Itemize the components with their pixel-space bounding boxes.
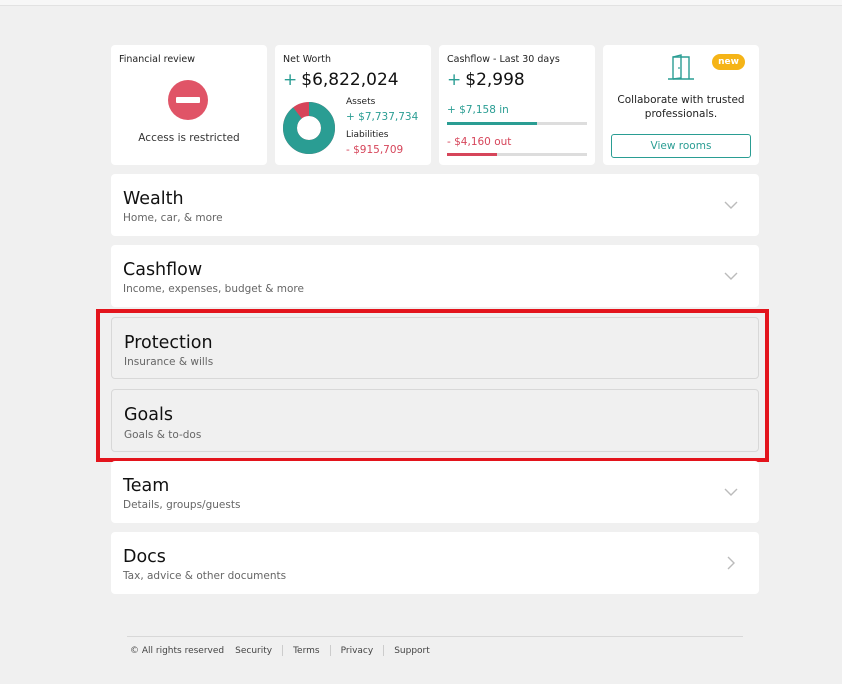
- footer: © All rights reserved Security Terms Pri…: [130, 645, 430, 656]
- cashflow-amount: $2,998: [465, 70, 525, 90]
- assets-arc: [283, 102, 335, 154]
- new-badge: new: [712, 54, 745, 70]
- section-protection[interactable]: Protection Insurance & wills: [111, 317, 759, 379]
- section-subtitle: Tax, advice & other documents: [123, 570, 287, 582]
- footer-link-terms[interactable]: Terms: [293, 646, 320, 656]
- footer-divider: [127, 636, 743, 637]
- collaborate-card: new Collaborate with trusted professiona…: [603, 45, 759, 165]
- footer-separator: [383, 645, 385, 656]
- footer-copyright: © All rights reserved: [130, 645, 225, 656]
- cashflow-out-bar: [447, 153, 587, 156]
- section-goals[interactable]: Goals Goals & to-dos: [111, 389, 759, 452]
- section-wealth[interactable]: Wealth Home, car, & more: [111, 174, 759, 236]
- section-cashflow[interactable]: Cashflow Income, expenses, budget & more: [111, 245, 759, 307]
- chevron-down-icon: [724, 272, 738, 280]
- section-subtitle: Insurance & wills: [124, 356, 214, 368]
- section-title: Team: [123, 476, 170, 496]
- footer-separator: [282, 645, 284, 656]
- section-title: Wealth: [123, 189, 184, 209]
- liabilities-label: Liabilities: [346, 130, 389, 140]
- section-subtitle: Details, groups/guests: [123, 499, 241, 511]
- cashflow-out-text: - $4,160 out: [447, 136, 512, 148]
- section-title: Goals: [124, 405, 173, 425]
- no-entry-icon: [168, 80, 208, 120]
- section-subtitle: Income, expenses, budget & more: [123, 283, 304, 295]
- cashflow-card[interactable]: Cashflow - Last 30 days + $2,998 + $7,158…: [439, 45, 595, 165]
- cashflow-card-title: Cashflow - Last 30 days: [447, 54, 560, 65]
- chevron-down-icon: [724, 488, 738, 496]
- financial-review-card[interactable]: Financial review Access is restricted: [111, 45, 267, 165]
- collaborate-text: Collaborate with trusted professionals.: [617, 94, 745, 120]
- net-worth-donut-chart: [283, 102, 335, 154]
- footer-separator: [329, 645, 331, 656]
- footer-link-security[interactable]: Security: [235, 646, 272, 656]
- cashflow-value: + $2,998: [447, 70, 525, 90]
- net-worth-sign: +: [283, 70, 298, 90]
- section-team[interactable]: Team Details, groups/guests: [111, 461, 759, 523]
- footer-link-support[interactable]: Support: [394, 646, 430, 656]
- financial-review-title: Financial review: [119, 54, 196, 65]
- net-worth-title: Net Worth: [283, 54, 331, 65]
- assets-value: + $7,737,734: [346, 111, 419, 123]
- section-subtitle: Goals & to-dos: [124, 429, 202, 441]
- top-bar: [0, 0, 842, 6]
- section-title: Cashflow: [123, 260, 203, 280]
- net-worth-value: + $6,822,024: [283, 70, 399, 90]
- cashflow-in-text: + $7,158 in: [447, 104, 509, 116]
- cashflow-in-bar: [447, 122, 587, 125]
- section-docs[interactable]: Docs Tax, advice & other documents: [111, 532, 759, 594]
- section-subtitle: Home, car, & more: [123, 212, 223, 224]
- access-restricted-text: Access is restricted: [138, 132, 240, 144]
- net-worth-amount: $6,822,024: [301, 70, 399, 90]
- section-title: Docs: [123, 547, 166, 567]
- section-title: Protection: [124, 333, 213, 353]
- door-icon: [668, 54, 694, 80]
- chevron-down-icon: [724, 201, 738, 209]
- cashflow-out-bar-fill: [447, 153, 498, 156]
- view-rooms-button[interactable]: View rooms: [611, 134, 751, 158]
- liabilities-value: - $915,709: [346, 144, 404, 156]
- footer-link-privacy[interactable]: Privacy: [341, 646, 374, 656]
- cashflow-in-bar-fill: [447, 122, 537, 125]
- chevron-right-icon: [727, 556, 735, 570]
- assets-label: Assets: [346, 97, 376, 107]
- net-worth-card[interactable]: Net Worth + $6,822,024 Assets + $7,737,73…: [275, 45, 431, 165]
- cashflow-sign: +: [447, 70, 462, 90]
- summary-cards: Financial review Access is restricted Ne…: [111, 45, 759, 165]
